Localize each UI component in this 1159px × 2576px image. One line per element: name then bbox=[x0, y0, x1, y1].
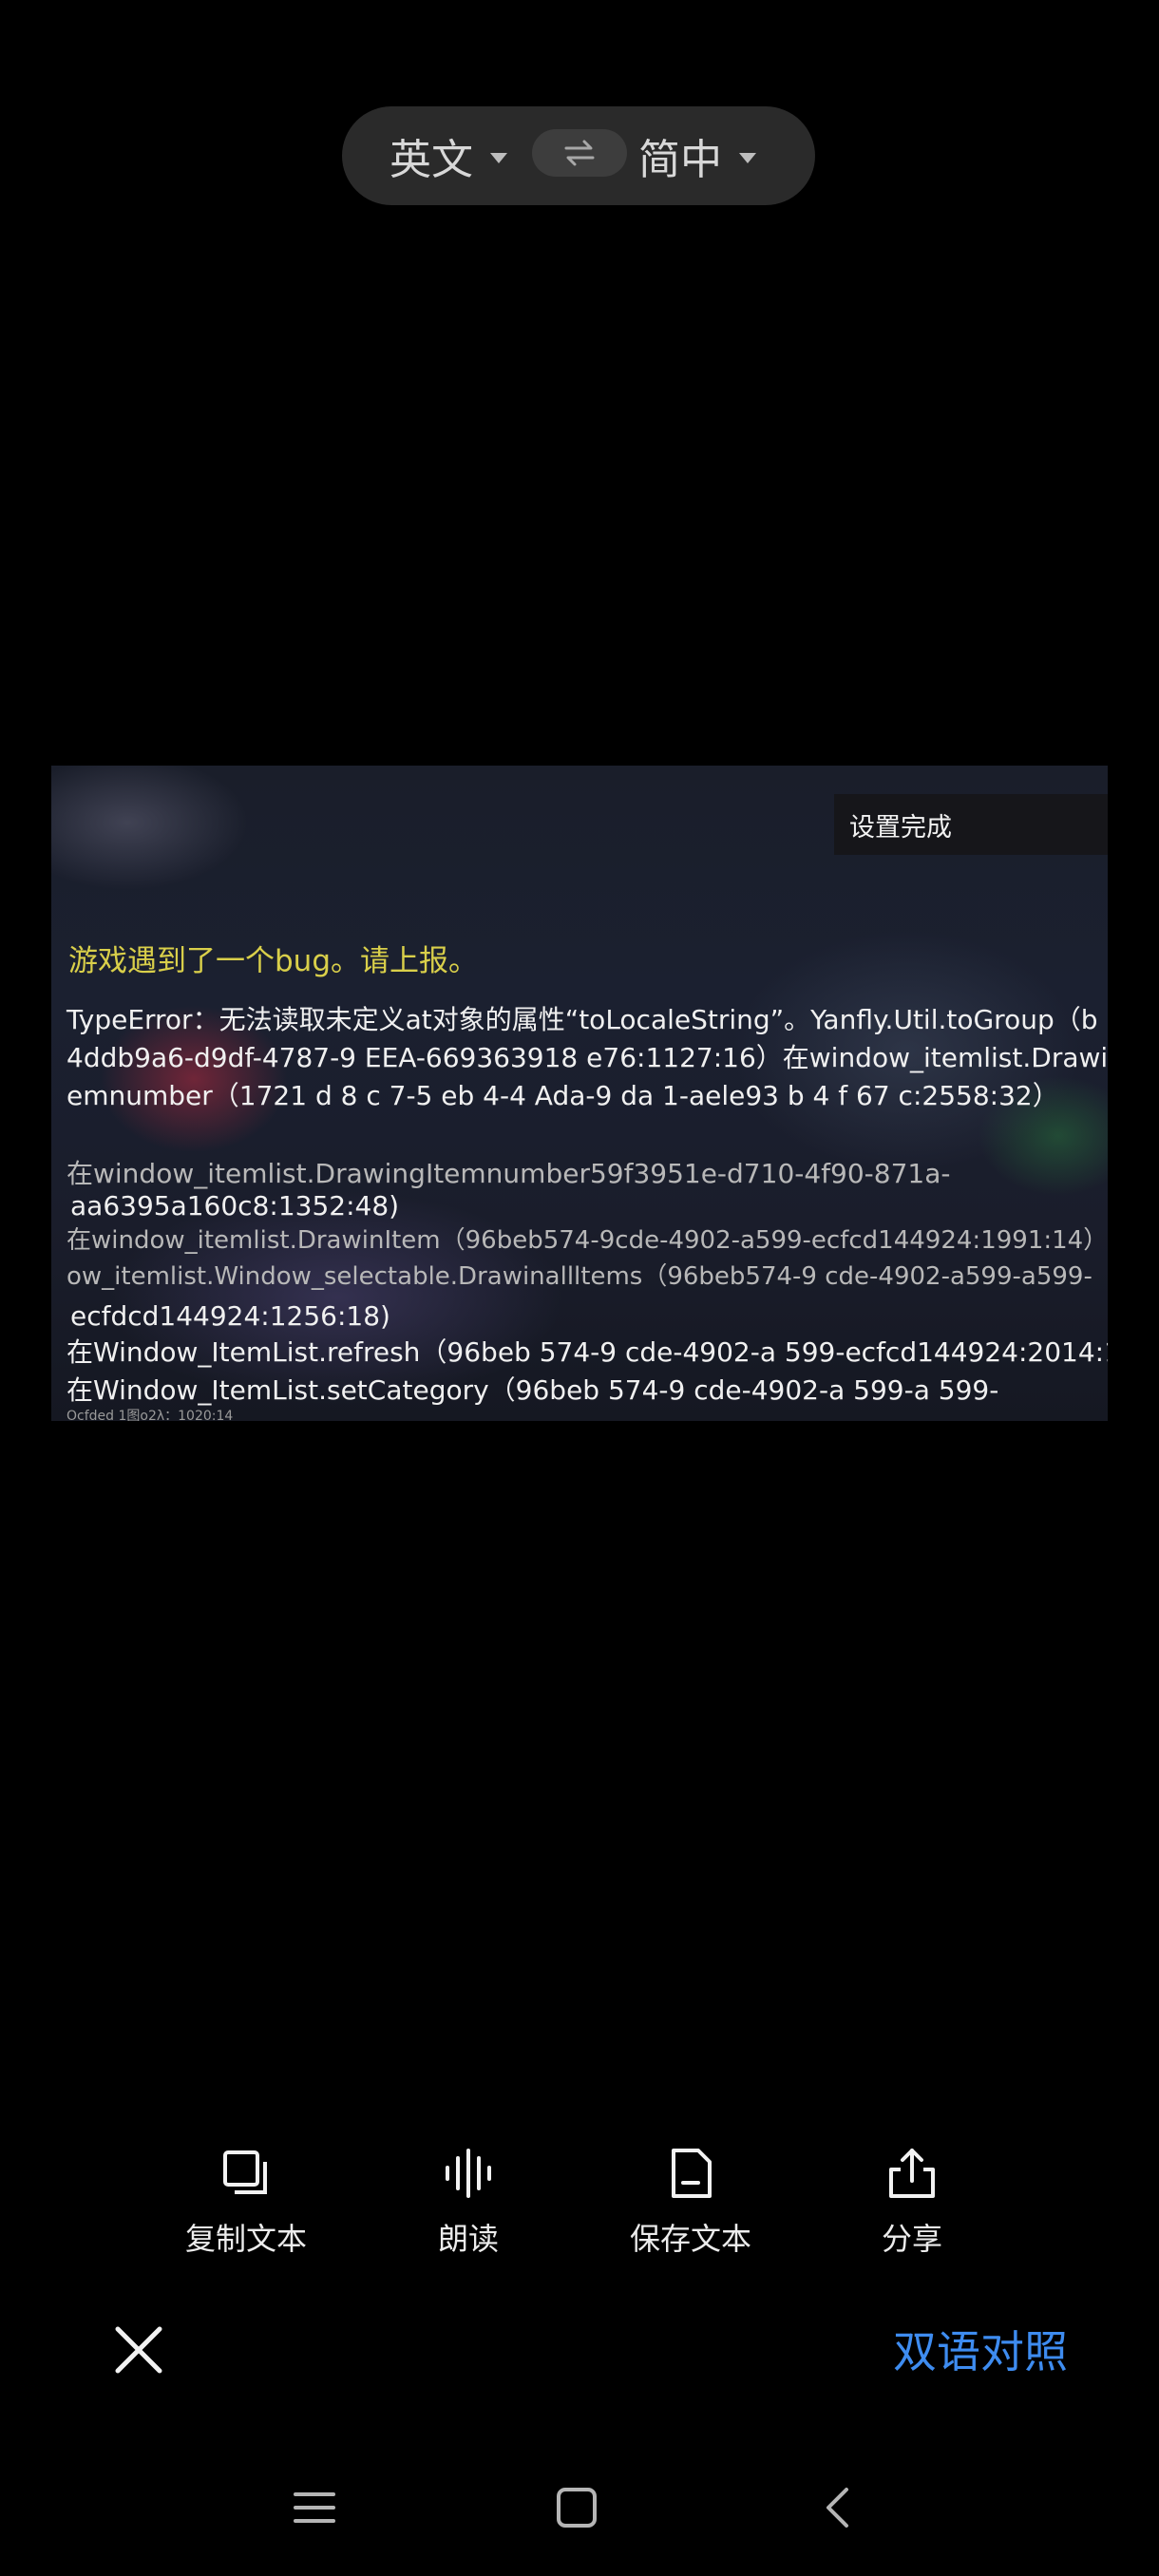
close-icon bbox=[115, 2326, 162, 2374]
error-line: TypeError：无法读取未定义at对象的属性“toLocaleString”… bbox=[66, 1004, 1098, 1035]
target-language-label: 简中 bbox=[638, 136, 722, 184]
error-line: 在Window_ItemList.refresh（96beb 574-9 cde… bbox=[66, 1336, 1108, 1368]
share-label: 分享 bbox=[881, 2221, 942, 2257]
source-language-dropdown[interactable]: 英文 bbox=[390, 106, 507, 205]
target-language-dropdown[interactable]: 简中 bbox=[638, 106, 756, 205]
close-button[interactable] bbox=[110, 2321, 167, 2378]
error-line: 在Window_ItemList.setCategory（96beb 574-9… bbox=[66, 1374, 999, 1406]
error-line: ow_itemlist.Window_selectable.Drawinalll… bbox=[66, 1262, 1092, 1291]
share-button[interactable]: 分享 bbox=[817, 2145, 1007, 2268]
swap-languages-button[interactable] bbox=[532, 129, 627, 177]
chevron-down-icon bbox=[490, 152, 507, 163]
copy-text-label: 复制文本 bbox=[184, 2221, 307, 2257]
source-language-label: 英文 bbox=[390, 136, 473, 184]
translated-image: 设置完成 游戏遇到了一个bug。请上报。 TypeError：无法读取未定义at… bbox=[51, 766, 1108, 1421]
copy-icon bbox=[223, 2150, 267, 2194]
error-line: emnumber（1721 d 8 c 7-5 eb 4-4 Ada-9 da … bbox=[66, 1080, 1059, 1111]
error-line: aa6395a160c8:1352:48) bbox=[70, 1190, 400, 1222]
bilingual-compare-button[interactable]: 双语对照 bbox=[893, 2318, 1068, 2380]
language-selector: 英文 简中 bbox=[342, 106, 815, 205]
done-banner: 设置完成 bbox=[834, 794, 1108, 855]
error-line: ecfdcd144924:1256:18) bbox=[70, 1300, 390, 1332]
share-icon bbox=[889, 2149, 935, 2198]
back-arrow-icon bbox=[826, 2488, 848, 2528]
read-aloud-label: 朗读 bbox=[437, 2221, 499, 2257]
copy-text-button[interactable]: 复制文本 bbox=[151, 2145, 341, 2268]
home-nav-button[interactable] bbox=[548, 2479, 605, 2536]
read-aloud-button[interactable]: 朗读 bbox=[373, 2145, 563, 2268]
error-line: 4ddb9a6-d9df-4787-9 EEA-669363918 e76:11… bbox=[66, 1042, 1108, 1073]
error-line: 在window_itemlist.DrawinItem（96beb574-9cd… bbox=[66, 1226, 1108, 1255]
footnote-text: Ocfded 1图o2λ：1020:14 bbox=[66, 1409, 234, 1421]
bug-title: 游戏遇到了一个bug。请上报。 bbox=[68, 944, 479, 978]
chevron-down-icon bbox=[739, 152, 756, 163]
save-text-button[interactable]: 保存文本 bbox=[596, 2145, 786, 2268]
back-nav-button[interactable] bbox=[808, 2479, 865, 2536]
sound-wave-icon bbox=[446, 2149, 491, 2198]
save-text-label: 保存文本 bbox=[629, 2221, 751, 2257]
swap-icon bbox=[564, 140, 595, 166]
menu-icon bbox=[294, 2492, 335, 2523]
menu-nav-button[interactable] bbox=[286, 2479, 343, 2536]
document-icon bbox=[672, 2149, 712, 2198]
home-square-icon bbox=[557, 2488, 597, 2528]
